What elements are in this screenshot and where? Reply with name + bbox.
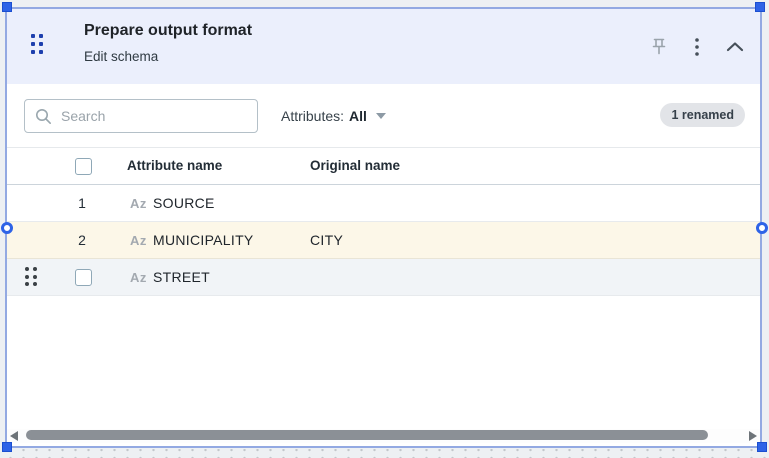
select-all-checkbox[interactable]: [75, 158, 92, 175]
scrollbar-thumb[interactable]: [26, 430, 708, 440]
input-port[interactable]: [1, 222, 13, 234]
string-type-icon: Az: [130, 196, 147, 211]
attribute-name-cell[interactable]: STREET: [153, 269, 210, 285]
panel-subtitle: Edit schema: [84, 49, 159, 64]
panel-drag-handle-icon[interactable]: [31, 34, 44, 56]
table-row[interactable]: 1 Az SOURCE: [7, 185, 760, 222]
scroll-left-arrow[interactable]: [10, 431, 18, 441]
column-header-attribute-name: Attribute name: [127, 158, 223, 173]
string-type-icon: Az: [130, 270, 147, 285]
string-type-icon: Az: [130, 233, 147, 248]
row-checkbox[interactable]: [75, 269, 92, 286]
panel-header[interactable]: Prepare output format Edit schema: [7, 9, 760, 84]
table-header-row: Attribute name Original name: [7, 148, 760, 185]
collapse-chevron-icon[interactable]: [724, 36, 746, 58]
panel-title: Prepare output format: [84, 22, 253, 39]
kebab-menu-icon[interactable]: [686, 36, 708, 58]
canvas-grid: [0, 449, 769, 458]
resize-handle-top-left[interactable]: [2, 2, 12, 12]
search-input[interactable]: [61, 108, 231, 124]
attribute-name-cell[interactable]: SOURCE: [153, 195, 215, 211]
dropdown-caret-icon: [375, 112, 386, 119]
resize-handle-bottom-left[interactable]: [2, 442, 12, 452]
search-box[interactable]: [24, 99, 258, 133]
table-row-renamed[interactable]: 2 Az MUNICIPALITY CITY: [7, 222, 760, 259]
prepare-output-format-panel: Prepare output format Edit schema Search…: [5, 7, 762, 448]
resize-handle-top-right[interactable]: [755, 2, 765, 12]
search-icon: [35, 108, 52, 125]
toolbar: Attributes: All 1 renamed: [7, 84, 760, 147]
attributes-filter-dropdown[interactable]: Attributes: All: [281, 84, 386, 147]
row-number: 1: [78, 195, 86, 211]
pin-icon[interactable]: [648, 36, 670, 58]
resize-handle-bottom-right[interactable]: [757, 442, 767, 452]
output-port[interactable]: [756, 222, 768, 234]
scroll-right-arrow[interactable]: [749, 431, 757, 441]
row-number: 2: [78, 232, 86, 248]
table-row-hovered[interactable]: Az STREET: [7, 259, 760, 296]
original-name-cell: CITY: [310, 232, 344, 248]
horizontal-scrollbar[interactable]: [7, 429, 760, 443]
attributes-filter-value: All: [349, 107, 367, 124]
column-header-original-name: Original name: [310, 158, 401, 173]
attributes-filter-label: Attributes:: [281, 107, 345, 124]
renamed-count-badge: 1 renamed: [660, 103, 745, 127]
attribute-name-cell[interactable]: MUNICIPALITY: [153, 232, 254, 248]
row-drag-handle-icon[interactable]: [25, 267, 38, 288]
